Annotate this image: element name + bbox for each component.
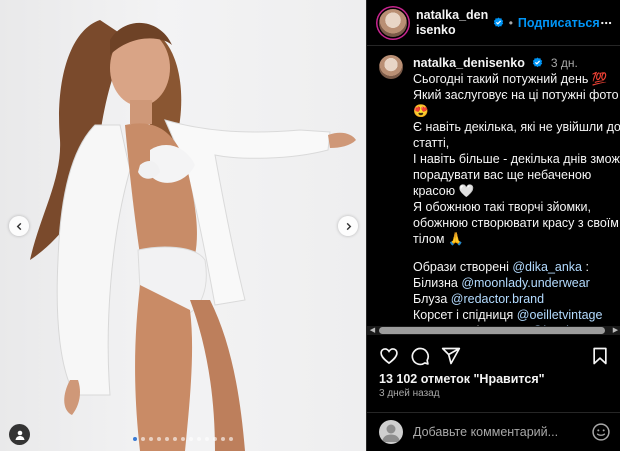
- horizontal-scrollbar[interactable]: ◀ ▶: [367, 326, 620, 335]
- post-header: natalka_denisenko • Подписаться: [367, 0, 620, 46]
- carousel-dot: [189, 437, 193, 441]
- scrollbar-thumb[interactable]: [379, 327, 605, 334]
- caption-username[interactable]: natalka_denisenko: [413, 56, 525, 70]
- emoji-icon[interactable]: [591, 422, 611, 442]
- caption-line: тілом 🙏: [413, 232, 464, 246]
- carousel-dot: [149, 437, 153, 441]
- credit-label: Корсет і спідниця: [413, 308, 517, 322]
- credit-suffix: :: [582, 260, 589, 274]
- default-avatar-icon: [382, 424, 400, 442]
- scroll-right-arrow[interactable]: ▶: [611, 326, 620, 335]
- credit-line: Блуза @redactor.brand: [413, 291, 620, 307]
- caption-body: natalka_denisenko 3 дн. Сьогодні такий п…: [413, 55, 620, 328]
- credit-label: Блуза: [413, 292, 451, 306]
- chevron-left-icon: [16, 222, 21, 230]
- credit-line: Образи створені @dika_anka :: [413, 259, 620, 275]
- header-username-part2: o: [447, 22, 456, 37]
- caption-line: І навіть більше - декілька днів зможу: [413, 152, 620, 166]
- carousel-next-button[interactable]: [338, 216, 358, 236]
- caption-section: natalka_denisenko 3 дн. Сьогодні такий п…: [367, 46, 620, 329]
- credit-line: Корсет і спідниця @oeilletvintage: [413, 307, 620, 323]
- caption-line: Я обожнюю такі творчі зйомки,: [413, 200, 591, 214]
- caption-line: красою 🤍: [413, 184, 475, 198]
- caption-header-line: natalka_denisenko 3 дн.: [413, 55, 620, 71]
- caption-line: обожнюю створювати красу з своїм: [413, 216, 619, 230]
- subscribe-button[interactable]: Подписаться: [518, 16, 600, 30]
- carousel-dot: [165, 437, 169, 441]
- chevron-right-icon: [346, 222, 351, 230]
- action-bar: [379, 345, 610, 367]
- mention-link[interactable]: @oeilletvintage: [517, 308, 603, 322]
- post-date[interactable]: 3 дней назад: [379, 388, 440, 399]
- header-username[interactable]: natalka_denisenko: [416, 8, 489, 38]
- scroll-left-arrow[interactable]: ◀: [368, 326, 377, 335]
- mention-link[interactable]: @moonlady.underwear: [461, 276, 590, 290]
- carousel-dot: [173, 437, 177, 441]
- carousel-dot: [197, 437, 201, 441]
- mention-link[interactable]: @dika_anka: [512, 260, 582, 274]
- carousel-dot: [133, 437, 137, 441]
- post-details-panel: natalka_denisenko • Подписаться natalka_…: [366, 0, 620, 451]
- caption-line: Є навіть декілька, які не увійшли до: [413, 120, 620, 134]
- carousel-dot: [221, 437, 225, 441]
- caption-text: Сьогодні такий потужний день 💯 Який заслу…: [413, 71, 620, 247]
- verified-badge-icon: [533, 57, 543, 68]
- more-options-icon[interactable]: [600, 15, 612, 31]
- credit-label: Білизна: [413, 276, 462, 290]
- credit-line: Білизна @moonlady.underwear: [413, 275, 620, 291]
- likes-count[interactable]: 13 102 отметок "Нравится": [379, 372, 545, 386]
- caption-line: Сьогодні такий потужний день 💯: [413, 72, 608, 86]
- share-icon[interactable]: [441, 346, 461, 366]
- carousel-indicator: [0, 437, 366, 443]
- carousel-dot: [157, 437, 161, 441]
- model-photo-illustration: [30, 20, 356, 451]
- caption-line: Який заслуговує на ці потужні фото: [413, 88, 619, 102]
- heart-icon[interactable]: [379, 346, 399, 366]
- avatar[interactable]: [379, 8, 407, 37]
- carousel-dot: [205, 437, 209, 441]
- comment-input[interactable]: Добавьте комментарий...: [413, 425, 558, 439]
- caption-line: порадувати вас ще небаченою: [413, 168, 592, 182]
- comment-icon[interactable]: [410, 346, 430, 366]
- post-photo[interactable]: [0, 0, 366, 451]
- credit-label: Образи створені: [413, 260, 513, 274]
- mention-link[interactable]: @redactor.brand: [451, 292, 544, 306]
- caption-avatar[interactable]: [379, 55, 403, 79]
- viewer-avatar: [379, 420, 403, 444]
- verified-badge-icon: [493, 17, 503, 28]
- caption-line: статті,: [413, 136, 450, 150]
- caption-gap: [413, 247, 620, 259]
- carousel-dot: [213, 437, 217, 441]
- carousel-dot: [229, 437, 233, 441]
- bookmark-icon[interactable]: [590, 346, 610, 366]
- caption-line: 😍: [413, 104, 429, 118]
- caption-time: 3 дн.: [550, 56, 578, 70]
- carousel-dot: [181, 437, 185, 441]
- header-separator: •: [508, 15, 513, 30]
- carousel-prev-button[interactable]: [9, 216, 29, 236]
- caption-comment: natalka_denisenko 3 дн. Сьогодні такий п…: [379, 55, 620, 328]
- carousel-dot: [141, 437, 145, 441]
- caption-credits: Образи створені @dika_anka : Білизна @moo…: [413, 259, 620, 328]
- add-comment-bar: Добавьте комментарий...: [367, 412, 620, 451]
